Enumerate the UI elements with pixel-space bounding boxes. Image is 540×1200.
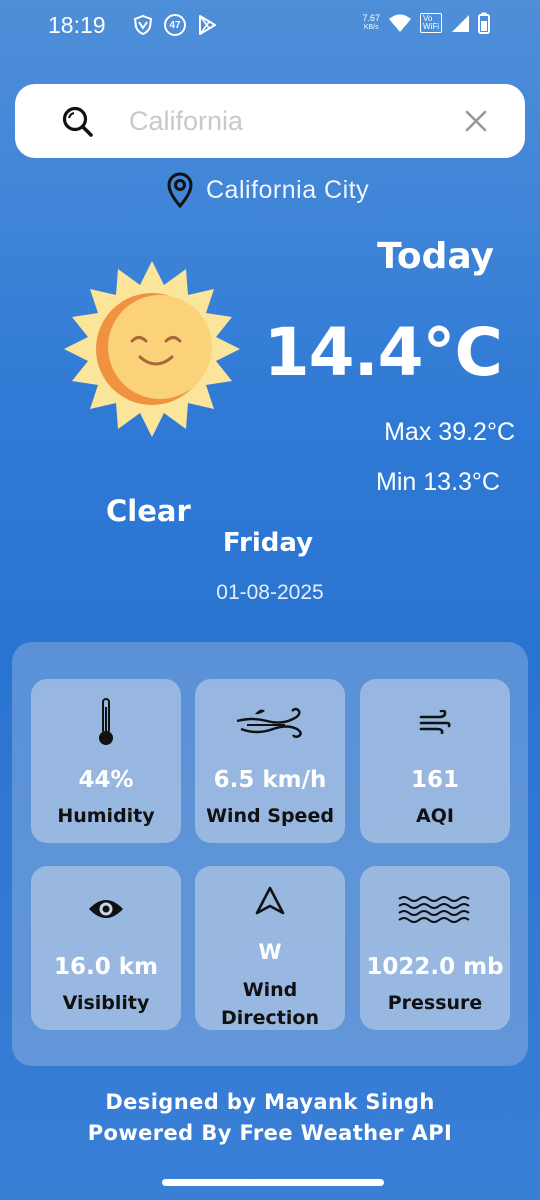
wind-direction-label: Wind Direction — [195, 976, 345, 1032]
eye-icon — [89, 900, 123, 918]
humidity-card-icon-wrap — [31, 697, 181, 747]
search-input[interactable] — [129, 102, 449, 140]
play-store-icon — [199, 15, 216, 35]
network-speed-unit: KB/s — [363, 24, 379, 31]
wind-direction-card: W Wind Direction — [195, 866, 345, 1030]
home-indicator[interactable] — [162, 1179, 384, 1186]
location-name: California City — [206, 175, 370, 204]
status-bar: 18:19 47 7.67 KB/s Vo WiFi — [0, 0, 540, 52]
wind-direction-label-line2: Direction — [221, 1007, 319, 1029]
day-of-week: Friday — [0, 528, 540, 558]
aqi-label: AQI — [416, 805, 454, 827]
pressure-card-icon-wrap — [360, 884, 510, 934]
vowifi-line2: WiFi — [423, 22, 439, 31]
wind-speed-label: Wind Speed — [206, 805, 334, 827]
wifi-icon — [389, 14, 411, 32]
aqi-card: 161 AQI — [360, 679, 510, 843]
min-temperature: Min 13.3°C — [376, 468, 500, 496]
pressure-label: Pressure — [387, 992, 483, 1014]
humidity-label: Humidity — [57, 805, 155, 827]
status-system-icons: 7.67 KB/s Vo WiFi — [362, 12, 490, 34]
thermometer-icon — [99, 698, 113, 745]
vpn-shield-icon — [133, 14, 153, 36]
weather-condition: Clear — [106, 494, 191, 528]
day-of-week-text: Friday — [222, 528, 314, 558]
waves-icon — [398, 896, 470, 923]
visibility-value: 16.0 km — [53, 954, 159, 980]
battery-icon — [478, 12, 490, 34]
search-bar[interactable] — [15, 84, 525, 158]
location-pin-icon — [167, 172, 193, 208]
vowifi-icon: Vo WiFi — [420, 13, 442, 33]
close-icon[interactable] — [461, 106, 491, 136]
wind-direction-value: W — [258, 940, 282, 964]
current-date: 01-08-2025 — [216, 581, 324, 604]
current-temperature: 14.4°C — [263, 314, 503, 391]
search-icon[interactable] — [61, 105, 93, 137]
pressure-value: 1022.0 mb — [366, 954, 504, 980]
max-temperature: Max 39.2°C — [384, 418, 515, 446]
location-row: California City — [166, 172, 369, 208]
air-quality-icon — [419, 710, 451, 734]
network-speed: 7.67 KB/s — [362, 13, 380, 33]
weather-details-panel: 44% Humidity 6.5 km/h Wind Speed 161 AQI — [12, 642, 528, 1066]
wind-direction-label-line1: Wind — [242, 979, 298, 1001]
wind-speed-card: 6.5 km/h Wind Speed — [195, 679, 345, 843]
wind-speed-card-icon-wrap — [195, 697, 345, 747]
status-time: 18:19 — [48, 12, 106, 38]
signal-icon — [452, 15, 469, 32]
humidity-card: 44% Humidity — [31, 679, 181, 843]
visibility-card-icon-wrap — [31, 884, 181, 934]
status-notification-icons: 47 — [132, 14, 218, 36]
humidity-value: 44% — [78, 767, 134, 793]
today-label: Today — [377, 236, 494, 277]
wind-icon — [236, 707, 302, 738]
visibility-label: Visiblity — [62, 992, 150, 1014]
notification-count-badge: 47 — [164, 14, 186, 36]
designer-credit: Designed by Mayank Singh — [105, 1090, 435, 1114]
pressure-card: 1022.0 mb Pressure — [360, 866, 510, 1030]
sun-icon — [64, 261, 240, 437]
network-speed-value: 7.67 — [362, 13, 380, 23]
navigation-arrow-icon — [255, 886, 285, 915]
wind-direction-card-icon-wrap — [195, 876, 345, 926]
aqi-value: 161 — [410, 767, 459, 793]
api-credit: Powered By Free Weather API — [87, 1121, 453, 1145]
aqi-card-icon-wrap — [360, 697, 510, 747]
wind-speed-value: 6.5 km/h — [213, 767, 327, 793]
visibility-card: 16.0 km Visiblity — [31, 866, 181, 1030]
